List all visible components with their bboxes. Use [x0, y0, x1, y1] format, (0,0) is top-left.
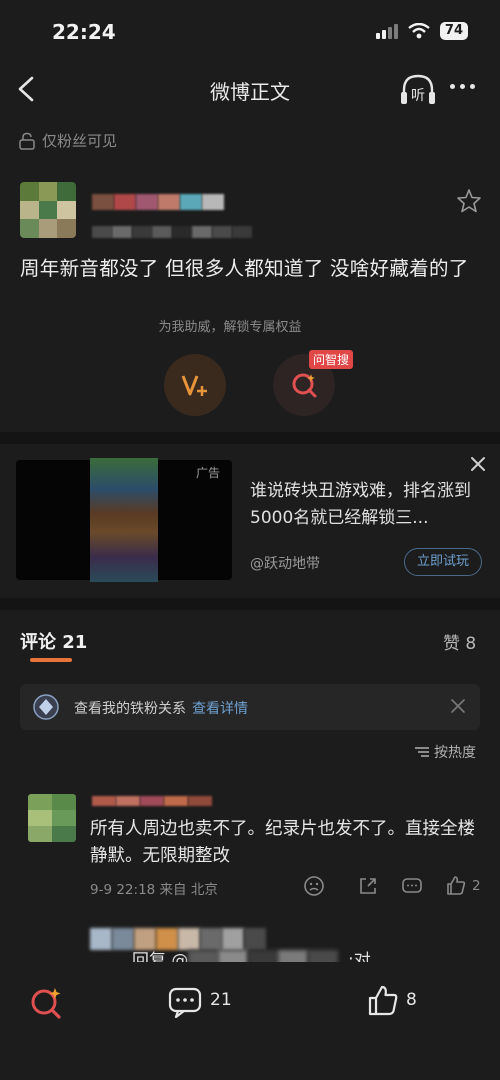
signal-icon — [375, 23, 398, 39]
ask-search-icon — [292, 373, 317, 398]
more-icon[interactable] — [450, 84, 475, 89]
visibility-label: 仅粉丝可见 — [18, 130, 117, 151]
v-plus-icon — [181, 375, 207, 396]
bottom-action-bar — [0, 962, 500, 1080]
bottom-like-count[interactable]: 8 — [406, 990, 417, 1010]
author-name-redacted[interactable] — [92, 194, 224, 210]
favorite-star-icon[interactable] — [456, 188, 482, 214]
visibility-text: 仅粉丝可见 — [42, 132, 118, 150]
comment-content: 所有人周边也卖不了。纪录片也发不了。直接全楼静默。无限期整改 — [90, 819, 475, 866]
fan-relation-text: 查看我的铁粉关系 查看详情 — [74, 698, 248, 718]
fan-diamond-icon — [33, 694, 59, 720]
author-avatar[interactable] — [20, 182, 76, 238]
banner-close-icon[interactable] — [450, 698, 466, 714]
status-icons: 74 — [375, 22, 468, 40]
reply-comment-icon[interactable] — [400, 874, 424, 898]
support-hint: 为我助威，解锁专属权益 — [158, 320, 302, 335]
listen-icon[interactable]: 听 — [398, 72, 438, 108]
post-content: 周年新音都没了 但很多人都知道了 没啥好藏着的了 — [20, 257, 469, 280]
battery-indicator: 74 — [439, 22, 468, 40]
like-thumb-icon[interactable] — [444, 874, 468, 898]
ad-title[interactable]: 谁说砖块丑游戏难，排名涨到5000名就已经解锁三... — [250, 478, 486, 532]
ask-badge: 问智搜 — [309, 350, 354, 369]
ad-close-icon[interactable] — [468, 454, 488, 474]
active-tab-indicator — [30, 658, 72, 662]
tab-likes[interactable]: 赞 8 — [443, 629, 476, 654]
sort-icon — [415, 747, 429, 757]
comment-icon[interactable] — [168, 986, 202, 1018]
status-time: 22:24 — [52, 20, 116, 44]
fan-detail-link[interactable]: 查看详情 — [192, 701, 248, 717]
section-divider — [0, 432, 500, 444]
fan-relation-label: 查看我的铁粉关系 — [74, 701, 186, 717]
sort-label: 按热度 — [434, 745, 476, 761]
commenter-avatar[interactable] — [28, 794, 76, 842]
comment-like-count: 2 — [472, 878, 481, 894]
tab-comments[interactable]: 评论 21 — [20, 628, 87, 654]
bottom-comment-count[interactable]: 21 — [210, 990, 232, 1010]
ad-game-image[interactable] — [90, 458, 158, 582]
listen-label: 听 — [411, 88, 425, 104]
wifi-icon — [408, 23, 430, 39]
ad-source[interactable]: @跃动地带 — [250, 553, 320, 573]
share-icon[interactable] — [356, 874, 380, 898]
sort-button[interactable]: 按热度 — [414, 742, 476, 762]
post-meta-redacted — [92, 226, 252, 238]
like-icon[interactable] — [366, 984, 400, 1018]
ad-try-button[interactable]: 立即试玩 — [404, 548, 482, 576]
ad-label: 广告 — [196, 466, 221, 480]
section-divider — [0, 598, 500, 610]
ai-search-icon[interactable] — [28, 985, 64, 1021]
commenter-name-redacted[interactable] — [92, 796, 212, 806]
lock-icon — [19, 132, 35, 150]
comment-meta: 9-9 22:18 来自 北京 — [90, 882, 218, 898]
dislike-face-icon[interactable] — [302, 874, 326, 898]
support-v-button[interactable] — [164, 354, 226, 416]
